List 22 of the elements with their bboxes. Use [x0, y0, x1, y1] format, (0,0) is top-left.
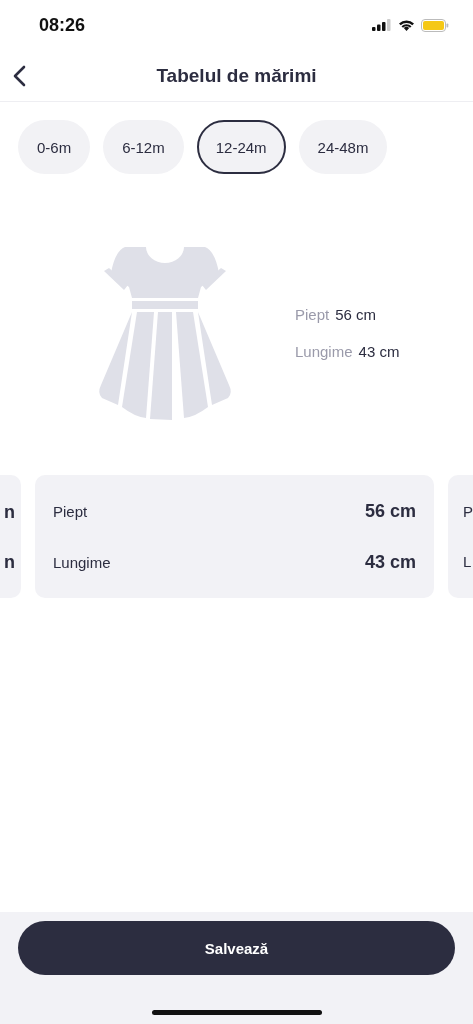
measurement-label: Piept	[295, 306, 330, 323]
size-tab[interactable]: 12-24m	[196, 120, 286, 174]
measurement-label: P	[463, 501, 473, 522]
size-tab[interactable]: 0-6m	[18, 120, 91, 174]
measurement-value: 43 cm	[364, 551, 416, 573]
measurement-value: 56 cm	[364, 500, 416, 522]
status-time: 08:26	[39, 14, 86, 36]
measurement-value: 56 cm	[335, 306, 377, 323]
signal-icon	[372, 19, 392, 31]
measurement-label: Lungime	[295, 343, 353, 360]
measurement-value: 43 cm	[358, 343, 400, 360]
measurement-value: n	[4, 501, 15, 522]
size-tab[interactable]: 6-12m	[103, 120, 184, 174]
battery-icon	[421, 18, 449, 32]
save-button[interactable]: Salvează	[18, 921, 455, 975]
wifi-icon	[398, 19, 415, 31]
measurement-label: L	[463, 551, 472, 572]
page-title: Tabelul de mărimi	[156, 64, 317, 87]
size-tab[interactable]: 24-48m	[298, 120, 388, 174]
measurement-label: Lungime	[53, 553, 111, 571]
measurement-label: Piept	[53, 502, 88, 520]
measurement-value: n	[4, 551, 15, 572]
